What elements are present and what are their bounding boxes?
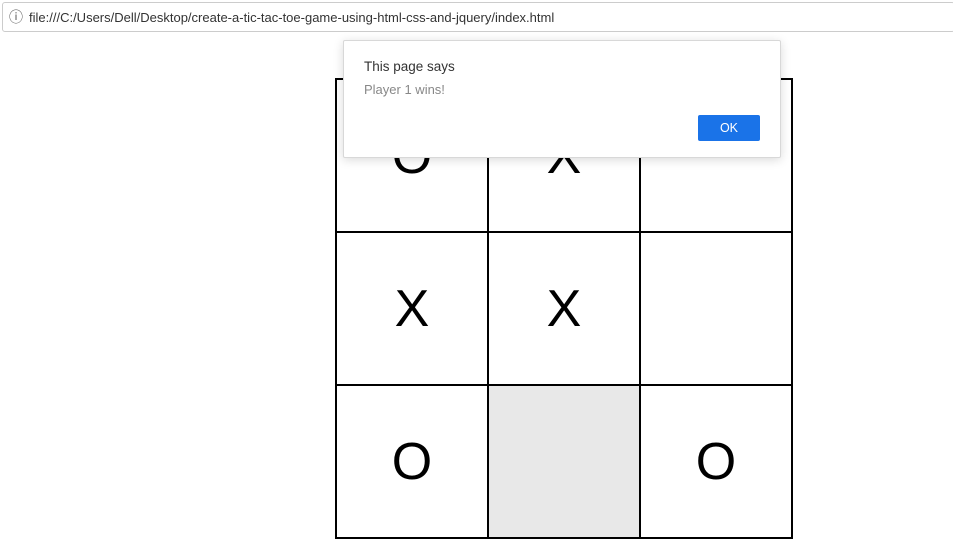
address-bar[interactable]: ⓘ file:///C:/Users/Dell/Desktop/create-a… bbox=[2, 2, 953, 32]
cell-2-0[interactable]: O bbox=[336, 385, 488, 538]
cell-2-1[interactable] bbox=[488, 385, 640, 538]
cell-1-0[interactable]: X bbox=[336, 232, 488, 385]
cell-1-2[interactable] bbox=[640, 232, 792, 385]
alert-message: Player 1 wins! bbox=[364, 82, 760, 97]
cell-2-2[interactable]: O bbox=[640, 385, 792, 538]
ok-button[interactable]: OK bbox=[698, 115, 760, 141]
alert-dialog: This page says Player 1 wins! OK bbox=[343, 40, 781, 158]
url-text: file:///C:/Users/Dell/Desktop/create-a-t… bbox=[29, 10, 554, 25]
alert-title: This page says bbox=[364, 59, 760, 74]
info-icon: ⓘ bbox=[9, 7, 23, 27]
alert-actions: OK bbox=[364, 115, 760, 141]
cell-1-1[interactable]: X bbox=[488, 232, 640, 385]
